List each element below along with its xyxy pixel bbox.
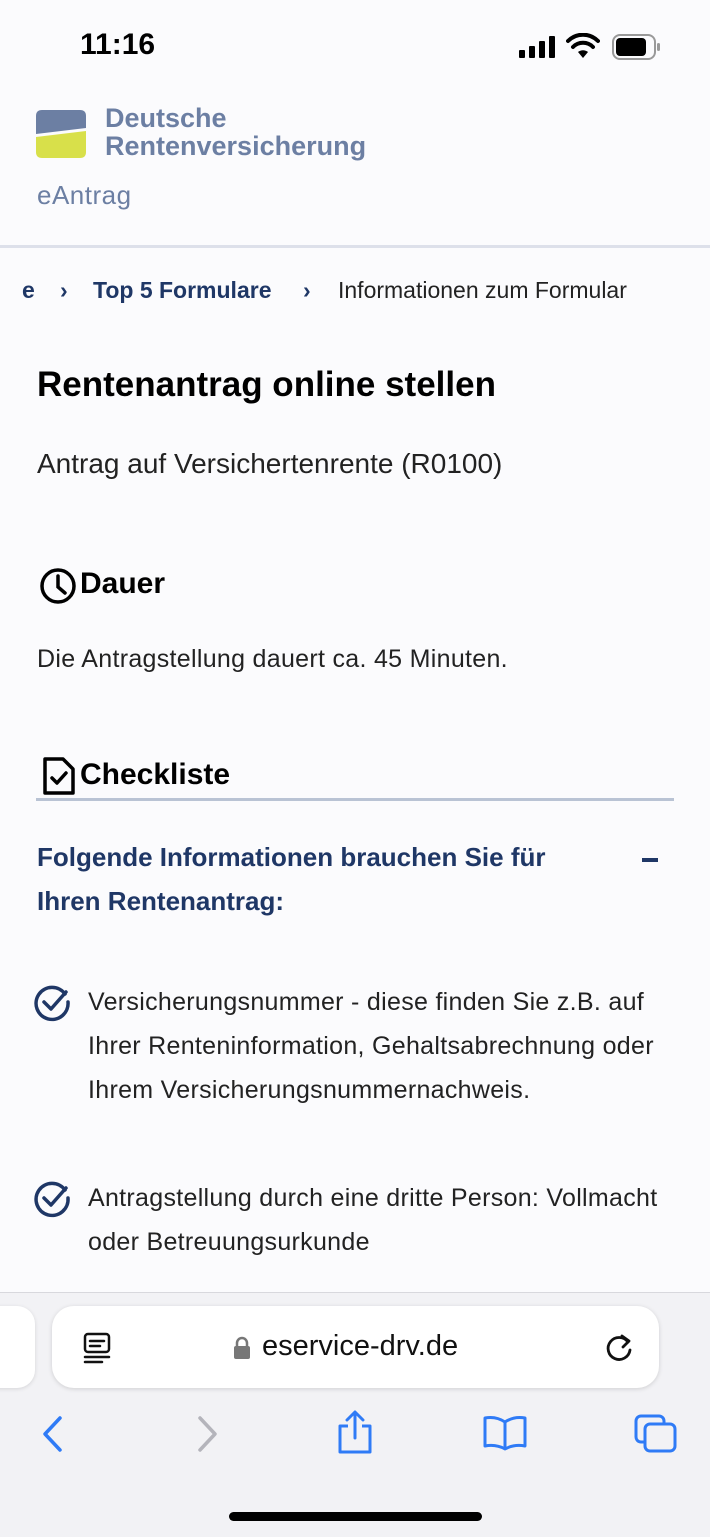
check-circle-icon	[34, 985, 70, 1022]
breadcrumb-item-current: Informationen zum Formular	[338, 277, 627, 303]
checklist-heading: Checkliste	[80, 758, 231, 791]
check-circle-icon	[34, 1181, 70, 1218]
app-subtitle: eAntrag	[37, 180, 132, 210]
reload-icon[interactable]	[602, 1332, 636, 1366]
logo-line-1: Deutsche	[105, 103, 227, 133]
page-subtitle: Antrag auf Versichertenrente (R0100)	[37, 448, 503, 479]
checklist-item-text: Versicherungsnummer - diese finden Sie z…	[88, 988, 654, 1104]
lock-icon	[234, 1336, 250, 1359]
checklist-accordion-title[interactable]: Folgende Informationen brauchen Sie für …	[37, 835, 597, 923]
breadcrumb-item-previous[interactable]: e	[22, 277, 35, 304]
home-indicator	[229, 1512, 482, 1521]
drv-logo-icon	[36, 110, 86, 158]
header-divider	[0, 245, 710, 248]
logo-text: Deutsche Rentenversicherung	[105, 104, 366, 160]
duration-heading: Dauer	[80, 567, 166, 600]
previous-tab-preview[interactable]	[0, 1306, 35, 1388]
back-icon[interactable]	[38, 1414, 68, 1454]
status-time: 11:16	[80, 28, 156, 61]
collapse-icon[interactable]	[642, 858, 658, 862]
url-text[interactable]: eservice-drv.de	[262, 1330, 458, 1363]
forward-icon[interactable]	[192, 1414, 222, 1454]
bookmarks-icon[interactable]	[482, 1414, 528, 1452]
wifi-icon	[566, 33, 600, 58]
tabs-icon[interactable]	[632, 1412, 678, 1454]
logo-line-2: Rentenversicherung	[105, 131, 367, 161]
checklist-item-text: Antragstellung durch eine dritte Person:…	[88, 1184, 658, 1256]
page-title: Rentenantrag online stellen	[37, 365, 496, 404]
reader-icon[interactable]	[82, 1332, 112, 1364]
breadcrumb-chevron-icon: ›	[60, 277, 68, 303]
signal-icon	[519, 36, 555, 58]
battery-icon	[612, 34, 660, 60]
breadcrumb-item-top5[interactable]: Top 5 Formulare	[93, 277, 272, 304]
duration-text: Die Antragstellung dauert ca. 45 Minuten…	[37, 645, 508, 673]
share-icon[interactable]	[336, 1410, 374, 1456]
breadcrumb-chevron-icon: ›	[303, 277, 311, 303]
document-check-icon	[43, 757, 75, 795]
clock-icon	[40, 568, 76, 604]
checklist-divider	[36, 798, 674, 801]
